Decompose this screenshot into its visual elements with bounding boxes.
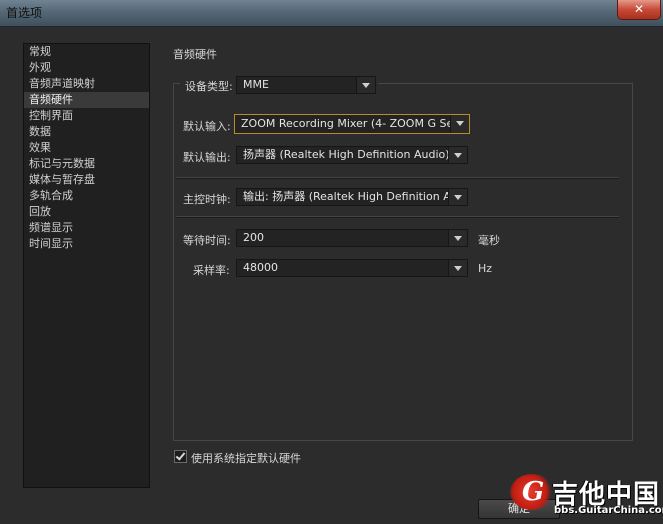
latency-value: 200 bbox=[243, 231, 264, 244]
sidebar-item-general[interactable]: 常规 bbox=[24, 44, 149, 60]
chevron-down-icon bbox=[356, 77, 375, 93]
watermark: G 吉他中国 bbs.GuitarChina.com bbox=[508, 472, 663, 524]
sidebar-item-control-surface[interactable]: 控制界面 bbox=[24, 108, 149, 124]
use-system-default-checkbox[interactable] bbox=[174, 450, 187, 463]
category-list[interactable]: 常规 外观 音频声道映射 音频硬件 控制界面 数据 效果 标记与元数据 媒体与暂… bbox=[23, 43, 150, 488]
sidebar-item-appearance[interactable]: 外观 bbox=[24, 60, 149, 76]
watermark-url: bbs.GuitarChina.com bbox=[554, 505, 663, 516]
sample-rate-label: 采样率: bbox=[193, 264, 230, 277]
sidebar-item-media-scratch[interactable]: 媒体与暂存盘 bbox=[24, 172, 149, 188]
chevron-down-icon bbox=[450, 115, 469, 133]
sidebar-item-data[interactable]: 数据 bbox=[24, 124, 149, 140]
sample-rate-value: 48000 bbox=[243, 261, 278, 274]
sidebar-item-audio-hardware[interactable]: 音频硬件 bbox=[24, 92, 149, 108]
watermark-logo-letter: G bbox=[522, 477, 545, 507]
section-title: 音频硬件 bbox=[173, 48, 217, 61]
sample-rate-select[interactable]: 48000 bbox=[236, 259, 468, 277]
divider bbox=[176, 177, 619, 179]
sidebar-item-playback[interactable]: 回放 bbox=[24, 204, 149, 220]
default-output-label: 默认输出: bbox=[183, 151, 231, 164]
device-type-select[interactable]: MME bbox=[236, 76, 376, 94]
master-clock-select[interactable]: 输出: 扬声器 (Realtek High Definition Aud... bbox=[236, 188, 468, 206]
sidebar-item-audio-channel-mapping[interactable]: 音频声道映射 bbox=[24, 76, 149, 92]
default-input-value: ZOOM Recording Mixer (4- ZOOM G Seri... bbox=[241, 117, 469, 130]
window-title: 首选项 bbox=[6, 6, 43, 20]
sidebar-item-multitrack[interactable]: 多轨合成 bbox=[24, 188, 149, 204]
latency-label: 等待时间: bbox=[183, 234, 231, 247]
default-input-select[interactable]: ZOOM Recording Mixer (4- ZOOM G Seri... bbox=[234, 114, 470, 134]
sidebar-item-time-display[interactable]: 时间显示 bbox=[24, 236, 149, 252]
sample-rate-unit: Hz bbox=[478, 262, 493, 275]
close-icon: ✕ bbox=[633, 2, 645, 16]
close-button[interactable]: ✕ bbox=[617, 0, 661, 20]
master-clock-value: 输出: 扬声器 (Realtek High Definition Aud... bbox=[243, 190, 467, 203]
default-input-label: 默认输入: bbox=[183, 120, 231, 133]
default-output-value: 扬声器 (Realtek High Definition Audio) bbox=[243, 148, 450, 161]
divider bbox=[176, 216, 619, 218]
chevron-down-icon bbox=[448, 147, 467, 163]
chevron-down-icon bbox=[448, 189, 467, 205]
sidebar-item-spectral-display[interactable]: 频谱显示 bbox=[24, 220, 149, 236]
latency-select[interactable]: 200 bbox=[236, 229, 468, 247]
sidebar-item-effects[interactable]: 效果 bbox=[24, 140, 149, 156]
chevron-down-icon bbox=[448, 260, 467, 276]
master-clock-label: 主控时钟: bbox=[183, 193, 231, 206]
latency-unit: 毫秒 bbox=[478, 234, 500, 247]
default-output-select[interactable]: 扬声器 (Realtek High Definition Audio) bbox=[236, 146, 468, 164]
use-system-default-label[interactable]: 使用系统指定默认硬件 bbox=[191, 450, 301, 466]
sidebar-item-markers-metadata[interactable]: 标记与元数据 bbox=[24, 156, 149, 172]
chevron-down-icon bbox=[448, 230, 467, 246]
device-type-label: 设备类型: bbox=[185, 80, 233, 93]
watermark-logo: G bbox=[510, 474, 554, 510]
title-bar: 首选项 ✕ bbox=[0, 0, 663, 27]
